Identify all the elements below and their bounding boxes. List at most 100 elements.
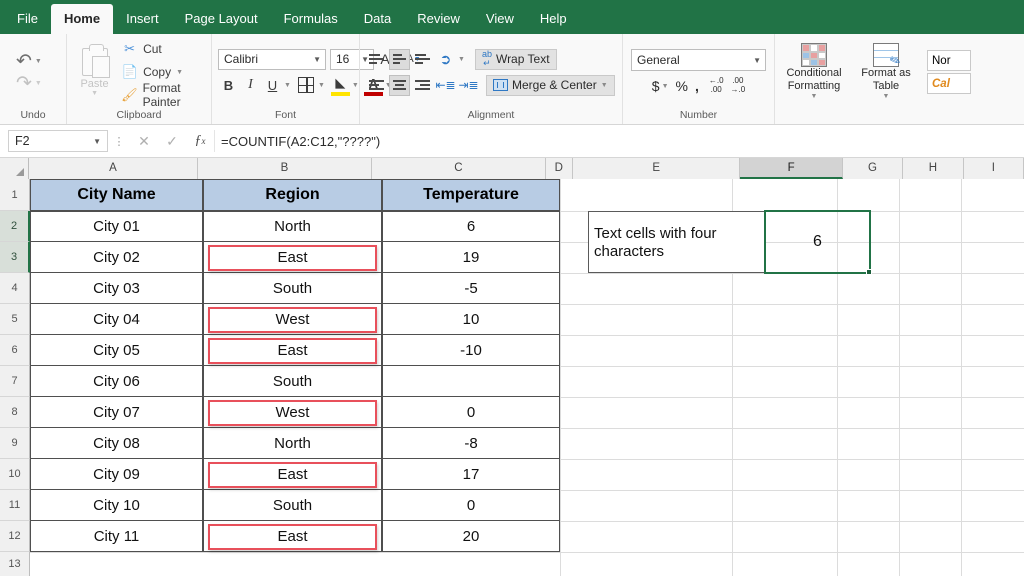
tab-review[interactable]: Review (404, 4, 473, 34)
cell-style-calculation[interactable]: Cal (927, 73, 971, 94)
confirm-check-icon[interactable]: ✓ (158, 133, 186, 150)
conditional-formatting-chevron-down-icon[interactable]: ▼ (811, 93, 818, 101)
cell-c3[interactable]: 19 (382, 242, 560, 273)
column-header-f[interactable]: F (740, 158, 843, 179)
tab-page-layout[interactable]: Page Layout (172, 4, 271, 34)
tab-file[interactable]: File (4, 4, 51, 34)
cell-a1[interactable]: City Name (30, 179, 203, 211)
tab-help[interactable]: Help (527, 4, 580, 34)
cell-b7[interactable]: South (203, 366, 382, 397)
cell-c11[interactable]: 0 (382, 490, 560, 521)
wrap-text-button[interactable]: ab ↵ Wrap Text (474, 48, 557, 70)
tab-view[interactable]: View (473, 4, 527, 34)
font-name-chevron-down-icon[interactable]: ▼ (313, 55, 321, 64)
increase-decimal-button[interactable]: ←.0.00 (709, 76, 724, 95)
formula-bar-more-icon[interactable]: ⋮ (108, 135, 130, 148)
tab-home[interactable]: Home (50, 4, 114, 34)
cell-b12[interactable]: East (203, 521, 382, 552)
cell-c6[interactable]: -10 (382, 335, 560, 366)
row-header-2[interactable]: 2 (0, 211, 30, 242)
tab-insert[interactable]: Insert (113, 4, 172, 34)
cell-a4[interactable]: City 03 (30, 273, 203, 304)
column-header-h[interactable]: H (903, 158, 964, 179)
fill-handle[interactable] (866, 269, 872, 275)
borders-chevron-down-icon[interactable]: ▼ (318, 82, 325, 89)
cell-b9[interactable]: North (203, 428, 382, 459)
cell-c5[interactable]: 10 (382, 304, 560, 335)
font-name-input[interactable]: Calibri ▼ (218, 48, 326, 70)
name-box-chevron-down-icon[interactable]: ▼ (93, 137, 101, 146)
formula-input[interactable]: =COUNTIF(A2:C12,"????") (214, 130, 1024, 152)
redo-button[interactable]: ↷ ▼ (16, 74, 42, 93)
format-as-table-chevron-down-icon[interactable]: ▼ (883, 93, 890, 101)
align-bottom-button[interactable] (412, 49, 433, 70)
cell-b2[interactable]: North (203, 211, 382, 242)
cell-b8[interactable]: West (203, 397, 382, 428)
copy-button[interactable]: 📄 Copy ▼ (121, 62, 205, 83)
align-middle-button[interactable] (389, 48, 410, 70)
cell-a5[interactable]: City 04 (30, 304, 203, 335)
borders-button[interactable] (296, 75, 317, 96)
underline-chevron-down-icon[interactable]: ▼ (284, 82, 291, 89)
percent-format-button[interactable]: % (676, 78, 688, 94)
cell-c2[interactable]: 6 (382, 211, 560, 242)
cell-style-normal[interactable]: Nor (927, 50, 971, 71)
cell-b5[interactable]: West (203, 304, 382, 335)
cell-styles-gallery[interactable]: Nor Cal (925, 50, 971, 94)
row-header-1[interactable]: 1 (0, 179, 30, 211)
row-header-13[interactable]: 13 (0, 552, 30, 576)
name-box[interactable]: F2 ▼ (8, 130, 108, 152)
cell-b11[interactable]: South (203, 490, 382, 521)
number-format-chevron-down-icon[interactable]: ▼ (753, 56, 761, 65)
cell-c12[interactable]: 20 (382, 521, 560, 552)
decrease-decimal-button[interactable]: .00 →.0 (731, 76, 746, 95)
cell-a7[interactable]: City 06 (30, 366, 203, 397)
format-as-table-button[interactable]: ✎ Format as Table ▼ (853, 43, 919, 100)
cell-c10[interactable]: 17 (382, 459, 560, 490)
column-header-g[interactable]: G (842, 158, 904, 179)
cell-b1[interactable]: Region (203, 179, 382, 211)
currency-chevron-down-icon[interactable]: ▼ (662, 83, 669, 90)
cell-a12[interactable]: City 11 (30, 521, 203, 552)
fill-color-chevron-down-icon[interactable]: ▼ (352, 82, 359, 89)
conditional-formatting-button[interactable]: Conditional Formatting ▼ (781, 43, 847, 100)
insert-function-icon[interactable]: ƒx (186, 133, 214, 149)
cell-c7[interactable] (382, 366, 560, 397)
paste-button[interactable]: Paste ▼ (73, 43, 116, 97)
cell-a2[interactable]: City 01 (30, 211, 203, 242)
paste-chevron-down-icon[interactable]: ▼ (91, 90, 98, 97)
column-header-i[interactable]: I (963, 158, 1024, 179)
column-header-a[interactable]: A (29, 158, 198, 179)
format-painter-button[interactable]: 🖌 Format Painter (121, 81, 205, 109)
cell-a8[interactable]: City 07 (30, 397, 203, 428)
row-header-8[interactable]: 8 (0, 397, 30, 428)
tab-formulas[interactable]: Formulas (271, 4, 351, 34)
column-header-e[interactable]: E (572, 158, 741, 179)
merge-center-chevron-down-icon[interactable]: ▼ (601, 82, 608, 89)
underline-button[interactable]: U (262, 75, 283, 96)
cell-f2-result[interactable]: 6 (765, 211, 870, 273)
cell-a9[interactable]: City 08 (30, 428, 203, 459)
row-header-7[interactable]: 7 (0, 366, 30, 397)
column-header-b[interactable]: B (197, 158, 373, 179)
row-header-4[interactable]: 4 (0, 273, 30, 304)
row-header-11[interactable]: 11 (0, 490, 30, 521)
cell-c8[interactable]: 0 (382, 397, 560, 428)
comma-format-button[interactable]: , (695, 78, 699, 94)
cell-a10[interactable]: City 09 (30, 459, 203, 490)
decrease-indent-button[interactable]: ⇤≣ (435, 75, 456, 96)
cell-b4[interactable]: South (203, 273, 382, 304)
cancel-x-icon[interactable]: ✕ (130, 133, 158, 150)
copy-chevron-down-icon[interactable]: ▼ (176, 69, 183, 76)
italic-button[interactable]: I (240, 75, 261, 96)
cut-button[interactable]: ✂ Cut (121, 39, 205, 60)
tab-data[interactable]: Data (351, 4, 404, 34)
merge-center-button[interactable]: Merge & Center ▼ (486, 74, 615, 96)
cell-b10[interactable]: East (203, 459, 382, 490)
undo-chevron-down-icon[interactable]: ▼ (35, 58, 42, 65)
fill-color-button[interactable]: ◣ (330, 75, 351, 96)
bold-button[interactable]: B (218, 75, 239, 96)
column-header-c[interactable]: C (372, 158, 546, 179)
row-header-9[interactable]: 9 (0, 428, 30, 459)
align-center-button[interactable] (389, 74, 410, 96)
